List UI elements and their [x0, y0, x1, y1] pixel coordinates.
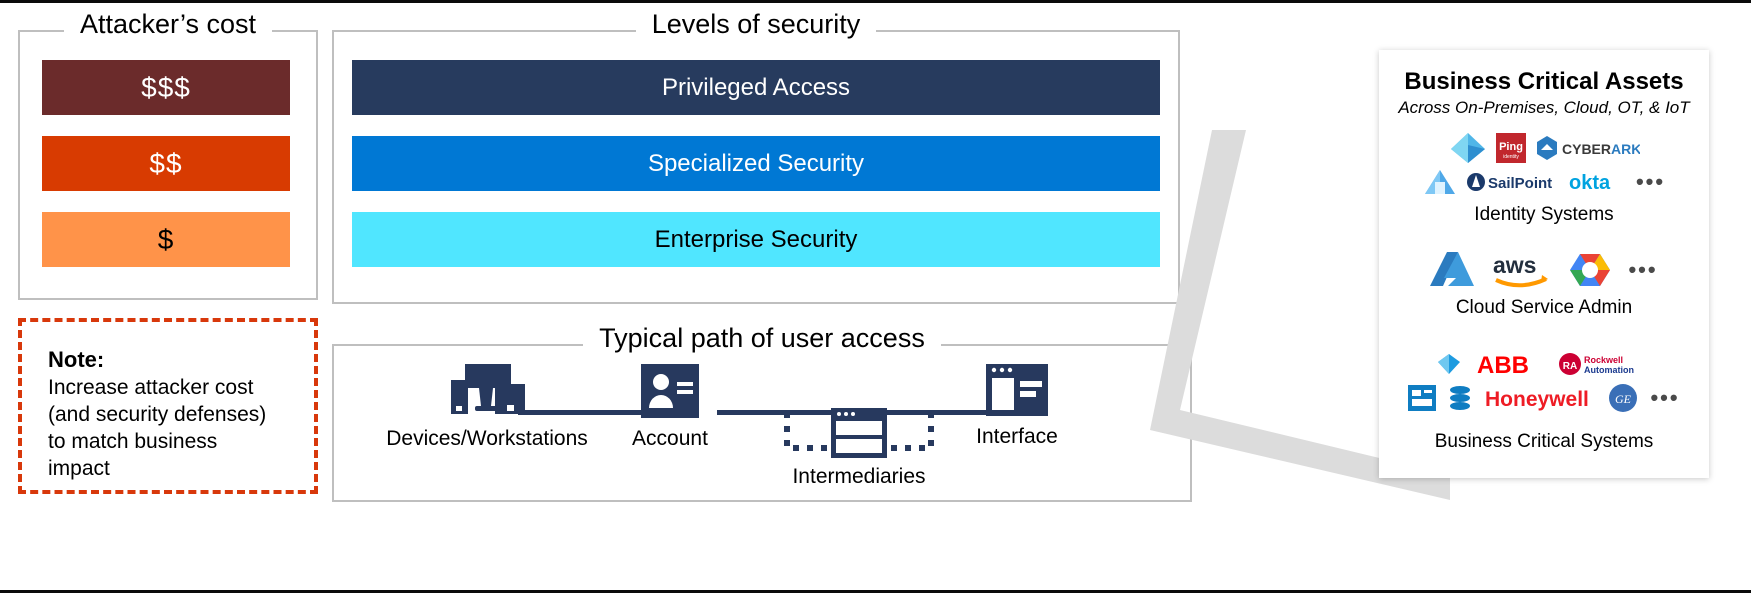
levels-of-security-section: Levels of security Privileged Access Spec… [332, 8, 1180, 304]
asset-group-identity-systems: Ping identity CYBER ARK SailPoint okta •… [1379, 131, 1709, 226]
assets-card-subtitle: Across On-Premises, Cloud, OT, & IoT [1398, 98, 1690, 117]
svg-text:RA: RA [1563, 361, 1577, 372]
path-label-interface: Interface [976, 425, 1058, 448]
levels-bars: Privileged Access Specialized Security Ent… [352, 60, 1160, 267]
cost-bar-medium-label: $$ [149, 147, 183, 179]
cloud-service-admin-label: Cloud Service Admin [1455, 297, 1633, 318]
asset-group-cloud-service-admin: aws ••• Cloud Service Admin [1379, 248, 1709, 319]
typical-path-section: Typical path of user access Devices/Work… [332, 322, 1192, 502]
sap-diamond-logo [1438, 354, 1460, 374]
level-bar-specialized-security-label: Specialized Security [647, 149, 865, 177]
identity-logo-row-2: SailPoint okta ••• [1379, 165, 1709, 199]
svg-text:ARK: ARK [1611, 141, 1640, 157]
path-label-devices: Devices/Workstations [386, 427, 588, 450]
path-label-intermediaries: Intermediaries [792, 465, 926, 488]
svg-text:Honeywell: Honeywell [1485, 388, 1589, 411]
level-bar-enterprise-security[interactable]: Enterprise Security [352, 212, 1160, 267]
ge-logo: GE [1609, 384, 1638, 412]
svg-text:Automation: Automation [1584, 365, 1634, 375]
assets-card-title: Business Critical Assets [1404, 68, 1684, 95]
svg-text:Rockwell: Rockwell [1584, 355, 1623, 365]
azure-logo [1430, 252, 1475, 286]
cost-bar-medium[interactable]: $$ [42, 136, 290, 191]
svg-text:SailPoint: SailPoint [1488, 175, 1552, 192]
level-bar-privileged-access[interactable]: Privileged Access [352, 60, 1160, 115]
business-critical-assets-card: Business Critical Assets Across On-Premi… [1379, 50, 1709, 478]
note-title: Note: [48, 347, 105, 372]
svg-text:CYBER: CYBER [1562, 141, 1611, 157]
oracle-stack-logo [1450, 386, 1471, 410]
google-cloud-logo [1570, 254, 1611, 286]
attacker-cost-section: Attacker’s cost $$$ $$ $ [18, 8, 318, 300]
aws-logo: aws [1493, 252, 1549, 288]
account-badge-icon [641, 364, 699, 418]
cloud-more-dots: ••• [1628, 257, 1658, 282]
path-stage-interface[interactable]: Interface [932, 364, 1102, 450]
identity-logo-row-1: Ping identity CYBER ARK [1379, 131, 1709, 165]
ad-pyramid-logo [1424, 170, 1455, 194]
identity-systems-label: Identity Systems [1474, 204, 1614, 225]
note-body: Increase attacker cost (and security def… [48, 376, 267, 480]
siemens-tile-logo [1408, 385, 1437, 411]
okta-logo: okta [1569, 172, 1611, 194]
path-label-account: Account [632, 427, 708, 450]
svg-text:aws: aws [1493, 252, 1536, 278]
abb-logo: ABB [1477, 352, 1529, 377]
path-caption-text: Typical path of user access [583, 323, 941, 353]
intermediaries-window-icon [831, 408, 887, 458]
path-stage-intermediaries[interactable]: Intermediaries [779, 408, 939, 490]
svg-text:GE: GE [1615, 392, 1632, 406]
identity-more-dots: ••• [1635, 169, 1666, 194]
business-critical-systems-label: Business Critical Systems [1434, 431, 1654, 452]
attacker-cost-caption-text: Attacker’s cost [63, 9, 273, 39]
cost-bar-low[interactable]: $ [42, 212, 290, 267]
cost-bar-high-label: $$$ [141, 71, 191, 103]
svg-text:okta: okta [1569, 172, 1611, 194]
svg-text:Ping: Ping [1499, 141, 1523, 153]
cyberark-logo: CYBER ARK [1536, 136, 1640, 160]
rockwell-automation-logo: RA Rockwell Automation [1559, 353, 1634, 375]
asset-group-business-critical-systems: ABB RA Rockwell Automation Honeywell GE … [1379, 347, 1709, 453]
ping-identity-logo: Ping identity [1495, 133, 1526, 163]
cost-bar-low-label: $ [157, 223, 175, 255]
attacker-cost-bars: $$$ $$ $ [42, 60, 290, 267]
sailpoint-logo: SailPoint [1466, 173, 1552, 192]
attacker-cost-caption: Attacker’s cost [18, 8, 318, 40]
devices-workstations-icon [451, 364, 525, 414]
level-bar-enterprise-security-label: Enterprise Security [654, 225, 858, 253]
svg-text:identity: identity [1503, 154, 1519, 160]
level-bar-specialized-security[interactable]: Specialized Security [352, 136, 1160, 191]
path-stage-devices[interactable]: Devices/Workstations [362, 364, 612, 452]
azure-ad-pyramid-logo [1450, 133, 1485, 163]
path-caption: Typical path of user access [332, 322, 1192, 354]
bcs-logo-row-2: Honeywell GE ••• [1379, 381, 1709, 415]
honeywell-logo: Honeywell [1485, 388, 1589, 411]
bcs-logo-row-1: ABB RA Rockwell Automation [1379, 347, 1709, 381]
levels-caption: Levels of security [332, 8, 1180, 40]
path-stage-account[interactable]: Account [590, 364, 750, 452]
levels-caption-text: Levels of security [635, 9, 877, 39]
cloud-logo-row-1: aws ••• [1379, 248, 1709, 292]
interface-window-icon [986, 364, 1048, 416]
svg-text:ABB: ABB [1477, 352, 1529, 377]
note-callout: Note: Increase attacker cost (and securi… [18, 318, 318, 494]
cost-bar-high[interactable]: $$$ [42, 60, 290, 115]
level-bar-privileged-access-label: Privileged Access [661, 73, 851, 101]
bcs-more-dots: ••• [1650, 385, 1680, 410]
